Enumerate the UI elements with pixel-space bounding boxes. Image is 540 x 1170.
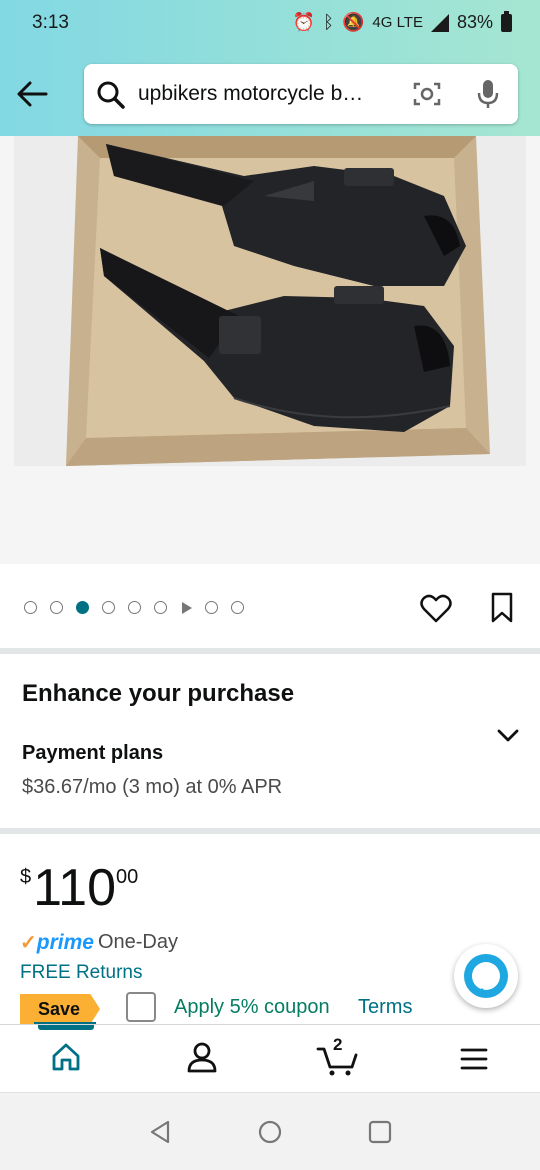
- video-play-icon[interactable]: [182, 601, 192, 614]
- price-symbol: $: [20, 866, 32, 888]
- status-time: 3:13: [32, 12, 69, 33]
- alexa-icon: [464, 954, 508, 998]
- section-divider: [0, 828, 540, 834]
- search-input[interactable]: upbikers motorcycle b…: [138, 82, 394, 106]
- pagination-dot[interactable]: [231, 601, 244, 614]
- search-bar[interactable]: upbikers motorcycle b…: [84, 64, 518, 124]
- system-home-icon[interactable]: [258, 1120, 282, 1144]
- product-photo[interactable]: [14, 136, 526, 466]
- pagination-dot[interactable]: [50, 601, 63, 614]
- pagination-dot[interactable]: [205, 601, 218, 614]
- gallery-pager-row: [0, 564, 540, 648]
- bookmark-icon[interactable]: [490, 592, 514, 624]
- product-image-gallery[interactable]: [0, 136, 540, 564]
- home-active-indicator: [38, 1025, 94, 1030]
- payment-plans-title[interactable]: Payment plans: [22, 742, 163, 765]
- prime-check-icon: ✓: [20, 932, 37, 954]
- price-fraction: 00: [116, 866, 139, 888]
- microphone-icon[interactable]: [476, 78, 500, 110]
- pagination-dot[interactable]: [154, 601, 167, 614]
- alarm-icon: ⏰: [292, 12, 316, 32]
- prime-logo: prime: [36, 930, 94, 954]
- heart-icon[interactable]: [420, 594, 452, 624]
- app-header: 3:13 ⏰ ᛒ 🔕 4G LTE 83% upbikers motorcycl…: [0, 0, 540, 136]
- free-returns-link[interactable]: FREE Returns: [20, 962, 142, 984]
- menu-icon[interactable]: [460, 1047, 488, 1071]
- bluetooth-icon: ᛒ: [323, 12, 334, 32]
- status-icons: ⏰ ᛒ 🔕 4G LTE 83%: [292, 10, 512, 33]
- price-whole: 110: [33, 859, 117, 917]
- cart-count: 2: [333, 1035, 343, 1054]
- buy-box: $ 110 00 ✓ prime One-Day FREE Returns Sa…: [0, 836, 540, 1028]
- coupon-checkbox[interactable]: [126, 992, 156, 1022]
- search-icon: [97, 81, 125, 109]
- home-icon[interactable]: [50, 1041, 82, 1073]
- enhance-title: Enhance your purchase: [22, 680, 295, 707]
- price: $ 110 00: [20, 862, 138, 914]
- camera-search-icon[interactable]: [412, 80, 442, 108]
- pagination-dot[interactable]: [24, 601, 37, 614]
- delivery-speed: One-Day: [97, 931, 178, 953]
- image-pagination-dots[interactable]: [24, 601, 244, 614]
- system-recents-icon[interactable]: [368, 1120, 392, 1144]
- system-back-icon[interactable]: [148, 1119, 172, 1145]
- alexa-button[interactable]: [454, 944, 518, 1008]
- signal-icon: [430, 13, 449, 32]
- coupon-terms-link[interactable]: Terms: [358, 996, 412, 1019]
- pagination-dot-active[interactable]: [76, 601, 89, 614]
- chevron-down-icon[interactable]: [496, 728, 520, 744]
- battery-icon: [501, 10, 512, 32]
- battery-percent: 83%: [456, 12, 493, 32]
- back-arrow-icon[interactable]: [16, 80, 48, 108]
- account-icon[interactable]: [186, 1041, 218, 1073]
- prime-delivery: ✓ prime One-Day: [20, 930, 178, 955]
- system-navigation-bar: [0, 1092, 540, 1170]
- save-badge: Save: [20, 994, 100, 1024]
- bottom-navigation: 2: [0, 1024, 540, 1092]
- coupon-label[interactable]: Apply 5% coupon: [174, 996, 330, 1019]
- payment-plans-detail: $36.67/mo (3 mo) at 0% APR: [22, 776, 283, 798]
- mute-icon: 🔕: [341, 12, 365, 32]
- pagination-dot[interactable]: [102, 601, 115, 614]
- pagination-dot[interactable]: [128, 601, 141, 614]
- enhance-purchase-section: Enhance your purchase Payment plans $36.…: [0, 656, 540, 828]
- network-label: 4G LTE: [372, 14, 423, 31]
- section-divider: [0, 648, 540, 654]
